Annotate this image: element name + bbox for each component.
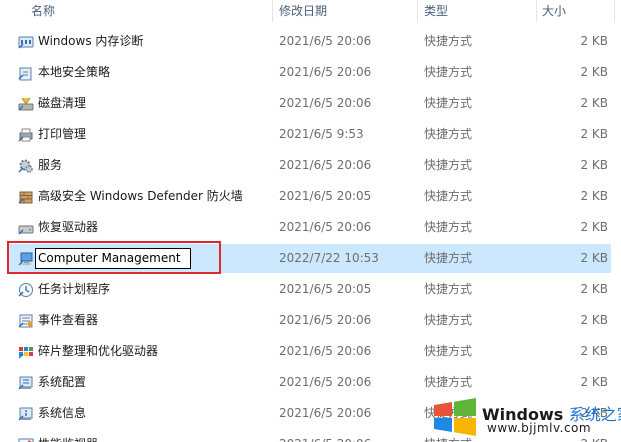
column-divider[interactable] — [272, 0, 273, 22]
file-modified-date: 2021/6/5 20:06 — [279, 96, 372, 110]
file-type: 快捷方式 — [424, 34, 473, 48]
file-size: 2 KB — [580, 65, 608, 79]
defrag-icon — [18, 344, 34, 360]
file-modified-date: 2021/6/5 20:06 — [279, 375, 372, 389]
file-row[interactable]: 碎片整理和优化驱动器 2021/6/5 20:06 快捷方式 2 KB — [0, 336, 621, 367]
file-name: Windows 内存诊断 — [38, 34, 144, 48]
services-icon — [18, 158, 34, 174]
rename-input[interactable]: Computer Management — [35, 248, 191, 269]
column-header: 名称 修改日期 类型 大小 — [0, 0, 621, 22]
event-viewer-icon — [18, 313, 34, 329]
file-name: 事件查看器 — [38, 313, 99, 327]
file-type: 快捷方式 — [424, 344, 473, 358]
file-modified-date: 2021/6/5 20:06 — [279, 406, 372, 420]
file-row[interactable]: 磁盘清理 2021/6/5 20:06 快捷方式 2 KB — [0, 88, 621, 119]
file-type: 快捷方式 — [424, 251, 473, 265]
file-modified-date: 2021/6/5 9:53 — [279, 127, 364, 141]
file-row[interactable]: Computer Management 2022/7/22 10:53 快捷方式 2 … — [0, 243, 621, 274]
file-type: 快捷方式 — [424, 189, 473, 203]
file-explorer: 名称 修改日期 类型 大小 Windows 内存诊断 2021/6/5 20:06… — [0, 0, 621, 442]
recovery-drive-icon — [18, 220, 34, 236]
file-size: 2 KB — [580, 96, 608, 110]
file-row[interactable]: 恢复驱动器 2021/6/5 20:06 快捷方式 2 KB — [0, 212, 621, 243]
file-type: 快捷方式 — [424, 282, 473, 296]
computer-management-icon — [18, 251, 34, 267]
watermark-url: www.bjjmlv.com — [487, 421, 592, 435]
file-name: 碎片整理和优化驱动器 — [38, 344, 159, 358]
column-divider[interactable] — [417, 0, 418, 22]
file-modified-date: 2021/6/5 20:06 — [279, 429, 371, 442]
file-row[interactable]: 本地安全策略 2021/6/5 20:06 快捷方式 2 KB — [0, 57, 621, 88]
file-modified-date: 2021/6/5 20:06 — [279, 158, 372, 172]
file-row[interactable]: 服务 2021/6/5 20:06 快捷方式 2 KB — [0, 150, 621, 181]
firewall-icon — [18, 189, 34, 205]
file-size: 2 KB — [580, 220, 608, 234]
disk-cleanup-icon — [18, 96, 34, 112]
file-modified-date: 2021/6/5 20:06 — [279, 65, 372, 79]
file-row[interactable]: Windows 内存诊断 2021/6/5 20:06 快捷方式 2 KB — [0, 26, 621, 57]
file-size: 2 KB — [580, 313, 608, 327]
file-size: 2 KB — [580, 189, 608, 203]
file-name: 高级安全 Windows Defender 防火墙 — [38, 189, 243, 203]
file-modified-date: 2021/6/5 20:06 — [279, 220, 372, 234]
performance-monitor-icon — [18, 437, 34, 442]
file-name: 任务计划程序 — [38, 282, 111, 296]
column-header-name[interactable]: 名称 — [31, 3, 55, 19]
file-name: 服务 — [38, 158, 63, 172]
column-divider[interactable] — [614, 0, 615, 22]
security-policy-icon — [18, 65, 34, 81]
file-type: 快捷方式 — [424, 220, 473, 234]
file-size: 2 KB — [580, 282, 608, 296]
system-config-icon — [18, 375, 34, 391]
file-modified-date: 2022/7/22 10:53 — [279, 251, 379, 265]
file-modified-date: 2021/6/5 20:05 — [279, 282, 372, 296]
file-type: 快捷方式 — [424, 65, 473, 79]
file-name: 系统信息 — [38, 406, 87, 420]
file-modified-date: 2021/6/5 20:06 — [279, 344, 372, 358]
file-size: 2 KB — [580, 344, 608, 358]
file-list: Windows 内存诊断 2021/6/5 20:06 快捷方式 2 KB 本地安全策略… — [0, 26, 621, 442]
file-modified-date: 2021/6/5 20:05 — [279, 189, 372, 203]
system-info-icon — [18, 406, 34, 422]
file-name: 本地安全策略 — [38, 65, 111, 79]
print-management-icon — [18, 127, 34, 143]
task-scheduler-icon — [18, 282, 34, 298]
column-header-type[interactable]: 类型 — [424, 3, 448, 19]
file-size: 2 KB — [580, 158, 608, 172]
file-modified-date: 2021/6/5 20:06 — [279, 313, 372, 327]
file-name: 性能监视器 — [38, 429, 98, 442]
file-type: 快捷方式 — [424, 96, 473, 110]
file-size: 2 KB — [580, 127, 608, 141]
file-name: 系统配置 — [38, 375, 87, 389]
file-name: 磁盘清理 — [38, 96, 87, 110]
file-row[interactable]: 任务计划程序 2021/6/5 20:05 快捷方式 2 KB — [0, 274, 621, 305]
file-row[interactable]: 打印管理 2021/6/5 9:53 快捷方式 2 KB — [0, 119, 621, 150]
file-row[interactable]: 高级安全 Windows Defender 防火墙 2021/6/5 20:05 快… — [0, 181, 621, 212]
file-name: 打印管理 — [38, 127, 87, 141]
file-size: 2 KB — [580, 251, 608, 265]
watermark: Windows 系统之家 www.bjjmlv.com — [430, 392, 621, 442]
windows-logo-icon — [434, 398, 476, 436]
file-name: 恢复驱动器 — [38, 220, 99, 234]
column-divider[interactable] — [536, 0, 537, 22]
file-type: 快捷方式 — [424, 313, 473, 327]
column-header-date[interactable]: 修改日期 — [279, 3, 327, 19]
file-modified-date: 2021/6/5 20:06 — [279, 34, 372, 48]
file-type: 快捷方式 — [424, 158, 473, 172]
file-type: 快捷方式 — [424, 127, 473, 141]
file-row[interactable]: 事件查看器 2021/6/5 20:06 快捷方式 2 KB — [0, 305, 621, 336]
file-size: 2 KB — [580, 34, 608, 48]
column-header-size[interactable]: 大小 — [542, 3, 566, 19]
memory-diagnostic-icon — [18, 34, 34, 50]
